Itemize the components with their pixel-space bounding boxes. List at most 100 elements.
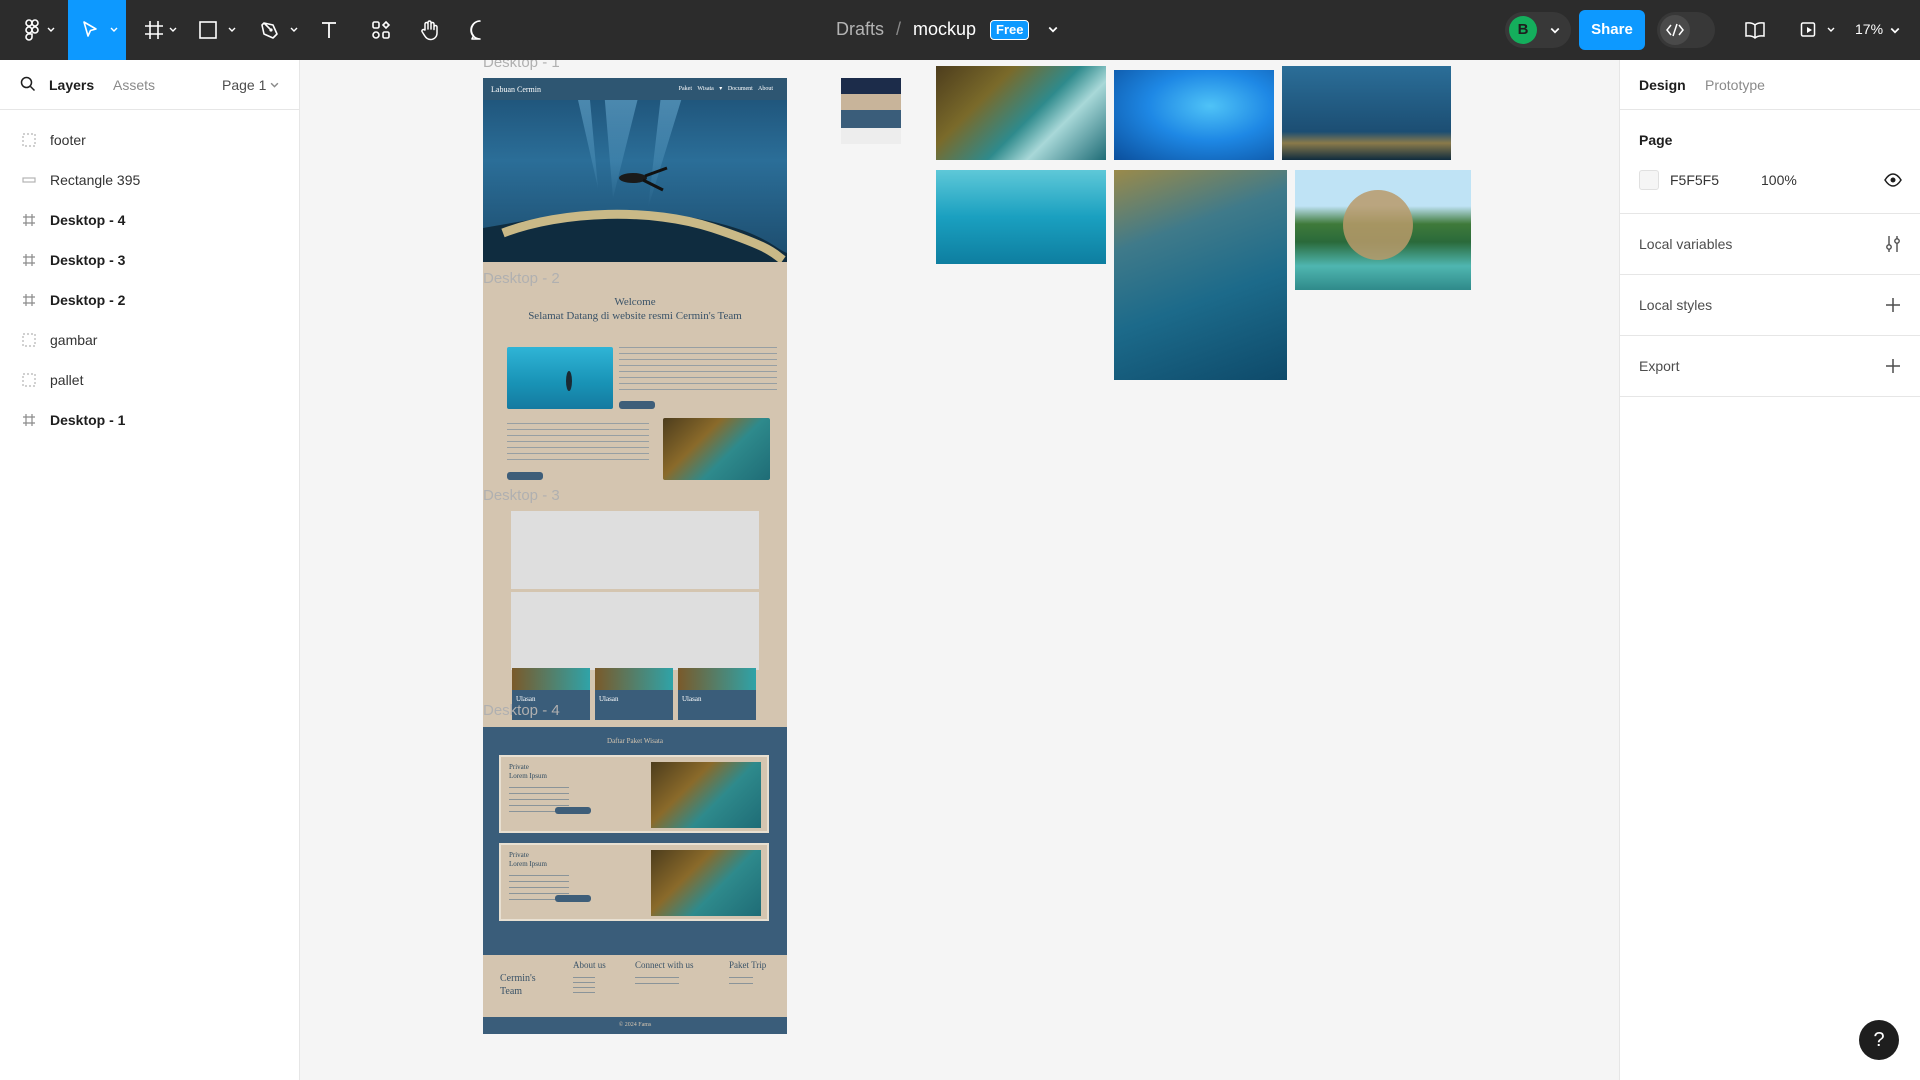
mock-image-aerial [663,418,770,480]
text-tool-button[interactable] [314,0,344,60]
layer-row-pallet[interactable]: pallet [0,360,300,400]
photo-diver-blue[interactable] [1114,70,1274,160]
tab-assets[interactable]: Assets [113,77,155,93]
breadcrumb-drafts[interactable]: Drafts [836,19,884,40]
chevron-down-icon [110,27,118,32]
local-styles-title: Local styles [1639,297,1713,313]
resources-icon [372,20,391,39]
chevron-down-icon [1550,27,1560,34]
rectangle-icon [199,21,217,39]
file-menu-button[interactable] [1040,0,1066,60]
local-styles-section[interactable]: Local styles [1620,275,1920,336]
breadcrumb-separator: / [896,19,902,39]
photo-underwater-branches[interactable] [1114,170,1287,380]
plus-icon[interactable] [1884,357,1902,375]
photo-freediver-log[interactable] [1282,66,1451,160]
help-button[interactable]: ? [1859,1020,1899,1060]
underwater-photo [483,78,787,262]
layer-row-desktop-3[interactable]: Desktop - 3 [0,240,300,280]
frame-tool-button[interactable] [138,0,182,60]
mock-package-image [651,762,761,828]
pallet-swatch-steel [841,110,901,128]
export-title: Export [1639,358,1680,374]
comment-tool-button[interactable] [465,0,495,60]
local-variables-title: Local variables [1639,236,1733,252]
layer-row-rectangle-395[interactable]: Rectangle 395 [0,160,300,200]
photo-aerial-river[interactable] [936,66,1106,160]
layer-name: pallet [50,372,84,388]
page-section: Page F5F5F5 100% [1620,110,1920,214]
frame-label-desktop-2[interactable]: Desktop - 2 [483,270,560,287]
zoom-level[interactable]: 17% [1855,21,1883,37]
layer-name: Desktop - 3 [50,252,126,268]
search-icon[interactable] [20,76,36,92]
mock-button [507,472,543,480]
mock-welcome-subtitle: Selamat Datang di website resmi Cermin's… [528,310,742,322]
page-color-swatch[interactable] [1639,170,1659,190]
file-name[interactable]: mockup [913,19,976,40]
properties-panel: Design Prototype Page F5F5F5 100% Local … [1619,60,1920,1080]
mock-paragraph [619,347,777,393]
shape-tool-button[interactable] [192,0,236,60]
page-color-opacity[interactable]: 100% [1761,172,1797,188]
comment-icon [470,20,481,40]
color-pallet[interactable] [841,78,901,144]
mock-package-type: Private [509,851,529,859]
frame-label-desktop-3[interactable]: Desktop - 3 [483,487,560,504]
mock-button [619,401,655,409]
plus-icon[interactable] [1884,296,1902,314]
section-icon [22,133,36,147]
eye-icon[interactable] [1884,171,1902,189]
frame-label-desktop-4[interactable]: Desktop - 4 [483,702,560,719]
canvas[interactable]: Desktop - 1 Labuan Cermin Paket Wisata ▾… [301,60,1619,1080]
layer-row-footer[interactable]: footer [0,120,300,160]
share-button[interactable]: Share [1579,10,1645,50]
play-icon [1800,22,1816,37]
frame-label-desktop-1[interactable]: Desktop - 1 [483,60,560,71]
tab-design[interactable]: Design [1639,77,1686,93]
photo-labuan-cermin-sign[interactable] [1295,170,1471,290]
variables-settings-icon[interactable] [1884,235,1902,253]
hand-tool-button[interactable] [415,0,445,60]
frame-layer-icon [23,294,35,306]
mockup-frames[interactable]: Labuan Cermin Paket Wisata ▾ Document Ab… [483,78,787,1034]
mock-footer-trip: Paket Trip [729,960,767,970]
pen-tool-button[interactable] [254,0,300,60]
mock-footer-connect: Connect with us [635,960,694,970]
move-tool-button[interactable] [68,0,126,60]
present-button[interactable] [1797,0,1837,60]
photo-swimmer-lagoon[interactable] [936,170,1106,264]
frame-icon [145,21,163,39]
layer-name: gambar [50,332,98,348]
page-selector[interactable]: Page 1 [222,77,266,93]
chevron-down-icon [228,27,236,32]
dev-mode-toggle[interactable] [1657,12,1715,48]
layer-row-desktop-1[interactable]: Desktop - 1 [0,400,300,440]
tab-layers[interactable]: Layers [49,77,94,93]
hand-icon [421,20,438,41]
layer-name: Desktop - 2 [50,292,126,308]
layer-row-desktop-2[interactable]: Desktop - 2 [0,280,300,320]
chevron-down-icon [47,27,55,32]
mock-image-swimmer [507,347,613,409]
chevron-down-icon [1890,27,1900,34]
mock-review-card: Ulasan [595,668,673,720]
rectangle-layer-icon [22,177,36,183]
local-variables-section[interactable]: Local variables [1620,214,1920,275]
layer-row-gambar[interactable]: gambar [0,320,300,360]
tab-prototype[interactable]: Prototype [1705,77,1765,93]
layer-row-desktop-4[interactable]: Desktop - 4 [0,200,300,240]
chevron-down-icon [1827,27,1835,32]
resources-button[interactable] [366,0,396,60]
mock-placeholder-box [511,592,759,670]
export-section[interactable]: Export [1620,336,1920,397]
main-menu-button[interactable] [8,0,56,60]
library-button[interactable] [1742,0,1768,60]
mock-welcome-title: Welcome [614,296,656,308]
dev-mode-knob [1660,15,1690,45]
mock-package-type: Private [509,763,529,771]
pallet-swatch-light [841,128,901,144]
multiplayer-avatars[interactable]: B [1505,12,1571,48]
avatar[interactable]: B [1509,16,1537,44]
page-color-hex[interactable]: F5F5F5 [1670,172,1719,188]
